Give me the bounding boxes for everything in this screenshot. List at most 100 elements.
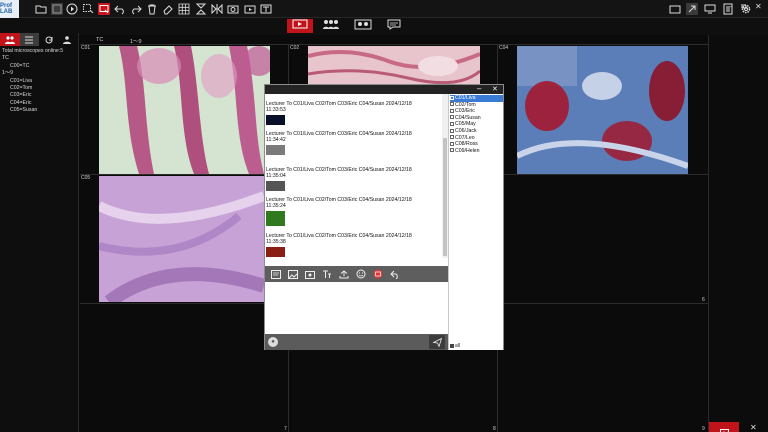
cell-number-8: 8 bbox=[493, 426, 496, 432]
chat-message: Lecturer To C01/Liva C02/Tom C03/Eric C0… bbox=[266, 131, 412, 144]
user-settings-icon bbox=[63, 31, 73, 49]
chat-button[interactable] bbox=[381, 19, 407, 33]
screenshot-button[interactable] bbox=[709, 422, 739, 432]
cell-label-c04: C04 bbox=[499, 45, 509, 51]
sync-icon bbox=[44, 31, 54, 49]
tree-item-c00[interactable]: C00=TC bbox=[0, 63, 78, 70]
chat-minimize-button[interactable]: – bbox=[477, 84, 481, 93]
microscope-view-c02[interactable] bbox=[308, 46, 480, 86]
undo-icon[interactable] bbox=[114, 3, 126, 15]
online-count: Total microscopes online:5 bbox=[2, 48, 64, 54]
tree-item-student[interactable]: C02=Tom bbox=[0, 85, 78, 92]
microscope-view-c01[interactable] bbox=[99, 46, 270, 174]
cell-label-c02: C02 bbox=[290, 45, 300, 51]
font-icon[interactable] bbox=[321, 268, 333, 280]
cell-label-c05: C05 bbox=[81, 175, 91, 181]
microscope-view-c05[interactable] bbox=[99, 176, 264, 302]
note-icon[interactable] bbox=[270, 268, 282, 280]
chat-scrollbar-thumb[interactable] bbox=[443, 138, 447, 256]
tree-item-student[interactable]: C04=Eric bbox=[0, 100, 78, 107]
maximize-button[interactable]: ⧉ bbox=[741, 2, 747, 12]
delete-icon[interactable] bbox=[146, 3, 158, 15]
right-strip bbox=[708, 35, 768, 432]
chat-icon bbox=[387, 17, 401, 35]
recipient-item[interactable]: C03/Eric bbox=[450, 108, 503, 115]
select-all-checkbox[interactable]: all bbox=[450, 343, 460, 349]
chat-input[interactable] bbox=[265, 282, 448, 334]
image-icon[interactable] bbox=[287, 268, 299, 280]
tab-list[interactable] bbox=[19, 33, 39, 46]
left-panel-tabs bbox=[0, 33, 78, 46]
chat-title-bar: – ✕ bbox=[265, 84, 503, 94]
pointer-icon[interactable] bbox=[686, 3, 698, 15]
header-tc: TC bbox=[96, 37, 104, 43]
message-thumbnail[interactable] bbox=[266, 181, 285, 191]
tab-user-settings[interactable] bbox=[59, 33, 79, 46]
screen-icon[interactable] bbox=[704, 3, 716, 15]
folder-icon[interactable] bbox=[35, 3, 47, 15]
image-icon bbox=[720, 423, 729, 432]
tab-sync[interactable] bbox=[39, 33, 59, 46]
screenshot-icon[interactable] bbox=[304, 268, 316, 280]
mirror-icon[interactable] bbox=[211, 3, 223, 15]
chat-recipient-list: C01/Liva C02/Tom C03/Eric C04/Susan C05/… bbox=[448, 94, 503, 350]
upload-icon[interactable] bbox=[338, 268, 350, 280]
broadcast-button[interactable] bbox=[287, 19, 313, 33]
tree-item-student[interactable]: C05=Susan bbox=[0, 107, 78, 114]
chat-toolbar bbox=[265, 266, 448, 282]
recall-icon[interactable] bbox=[389, 268, 401, 280]
emoji-icon[interactable] bbox=[355, 268, 367, 280]
chat-message: Lecturer To C01/Liva C02/Tom C03/Eric C0… bbox=[266, 167, 412, 180]
video-icon[interactable] bbox=[244, 3, 256, 15]
chat-messages-panel: Lecturer To C01/Liva C02/Tom C03/Eric C0… bbox=[265, 94, 448, 350]
recipient-item[interactable]: C01/Liva bbox=[450, 95, 503, 102]
chat-message: Lecturer To C01/Liva C02/Tom C03/Eric C0… bbox=[266, 197, 412, 210]
compare-icon bbox=[354, 17, 372, 35]
message-thumbnail[interactable] bbox=[266, 247, 285, 257]
recipient-item[interactable]: C02/Tom bbox=[450, 102, 503, 109]
recipient-item[interactable]: C05/May bbox=[450, 121, 503, 128]
recipient-item[interactable]: C09/Helen bbox=[450, 148, 503, 155]
save-icon[interactable] bbox=[51, 3, 63, 15]
group-range[interactable]: 1～9 bbox=[0, 70, 78, 77]
app-logo: Prof LAB bbox=[0, 0, 19, 18]
recipient-item[interactable]: C08/Ross bbox=[450, 141, 503, 148]
recipient-item[interactable]: C06/Jack bbox=[450, 128, 503, 135]
message-thumbnail[interactable] bbox=[266, 145, 285, 155]
screen-capture-icon[interactable] bbox=[372, 268, 384, 280]
message-thumbnail[interactable] bbox=[266, 211, 285, 226]
chat-history: Lecturer To C01/Liva C02/Tom C03/Eric C0… bbox=[265, 94, 442, 258]
users-icon bbox=[4, 31, 16, 49]
group-icon bbox=[322, 17, 340, 35]
select-icon[interactable] bbox=[82, 3, 94, 15]
redo-icon[interactable] bbox=[130, 3, 142, 15]
flip-icon[interactable] bbox=[195, 3, 207, 15]
left-panel: Total microscopes online:5 TC C00=TC 1～9… bbox=[0, 33, 79, 432]
snapshot-icon[interactable] bbox=[227, 3, 239, 15]
grid-icon[interactable] bbox=[178, 3, 190, 15]
chat-close-button[interactable]: ✕ bbox=[492, 85, 498, 93]
microscope-view-c04[interactable] bbox=[517, 46, 688, 174]
tree-item-student[interactable]: C03=Eric bbox=[0, 92, 78, 99]
text-icon[interactable] bbox=[260, 3, 272, 15]
recipient-item[interactable]: C04/Susan bbox=[450, 115, 503, 122]
minimize-button[interactable]: – bbox=[727, 2, 731, 11]
chat-dialog: – ✕ Lecturer To C01/Liva C02/Tom C03/Eri… bbox=[264, 84, 504, 350]
tree-item-student[interactable]: C01=Liva bbox=[0, 78, 78, 85]
recipient-item[interactable]: C07/Leo bbox=[450, 135, 503, 142]
record-icon[interactable] bbox=[98, 3, 110, 15]
chat-bottom-bar: ● bbox=[265, 334, 448, 350]
send-button[interactable] bbox=[429, 335, 445, 349]
eraser-icon[interactable] bbox=[162, 3, 174, 15]
group-tc[interactable]: TC bbox=[0, 55, 78, 62]
microphone-icon[interactable]: ● bbox=[268, 337, 278, 347]
compare-button[interactable] bbox=[350, 19, 376, 33]
app-window: Prof LAB – ⧉ ✕ Total microscopes online:… bbox=[0, 0, 768, 432]
play-icon[interactable] bbox=[66, 3, 78, 15]
tab-students[interactable] bbox=[0, 33, 20, 46]
close-button[interactable]: ✕ bbox=[755, 2, 762, 11]
message-thumbnail[interactable] bbox=[266, 115, 285, 125]
collapse-icon[interactable]: ✕ bbox=[750, 423, 757, 432]
group-button[interactable] bbox=[318, 19, 344, 33]
camera-switch-icon[interactable] bbox=[669, 3, 681, 15]
